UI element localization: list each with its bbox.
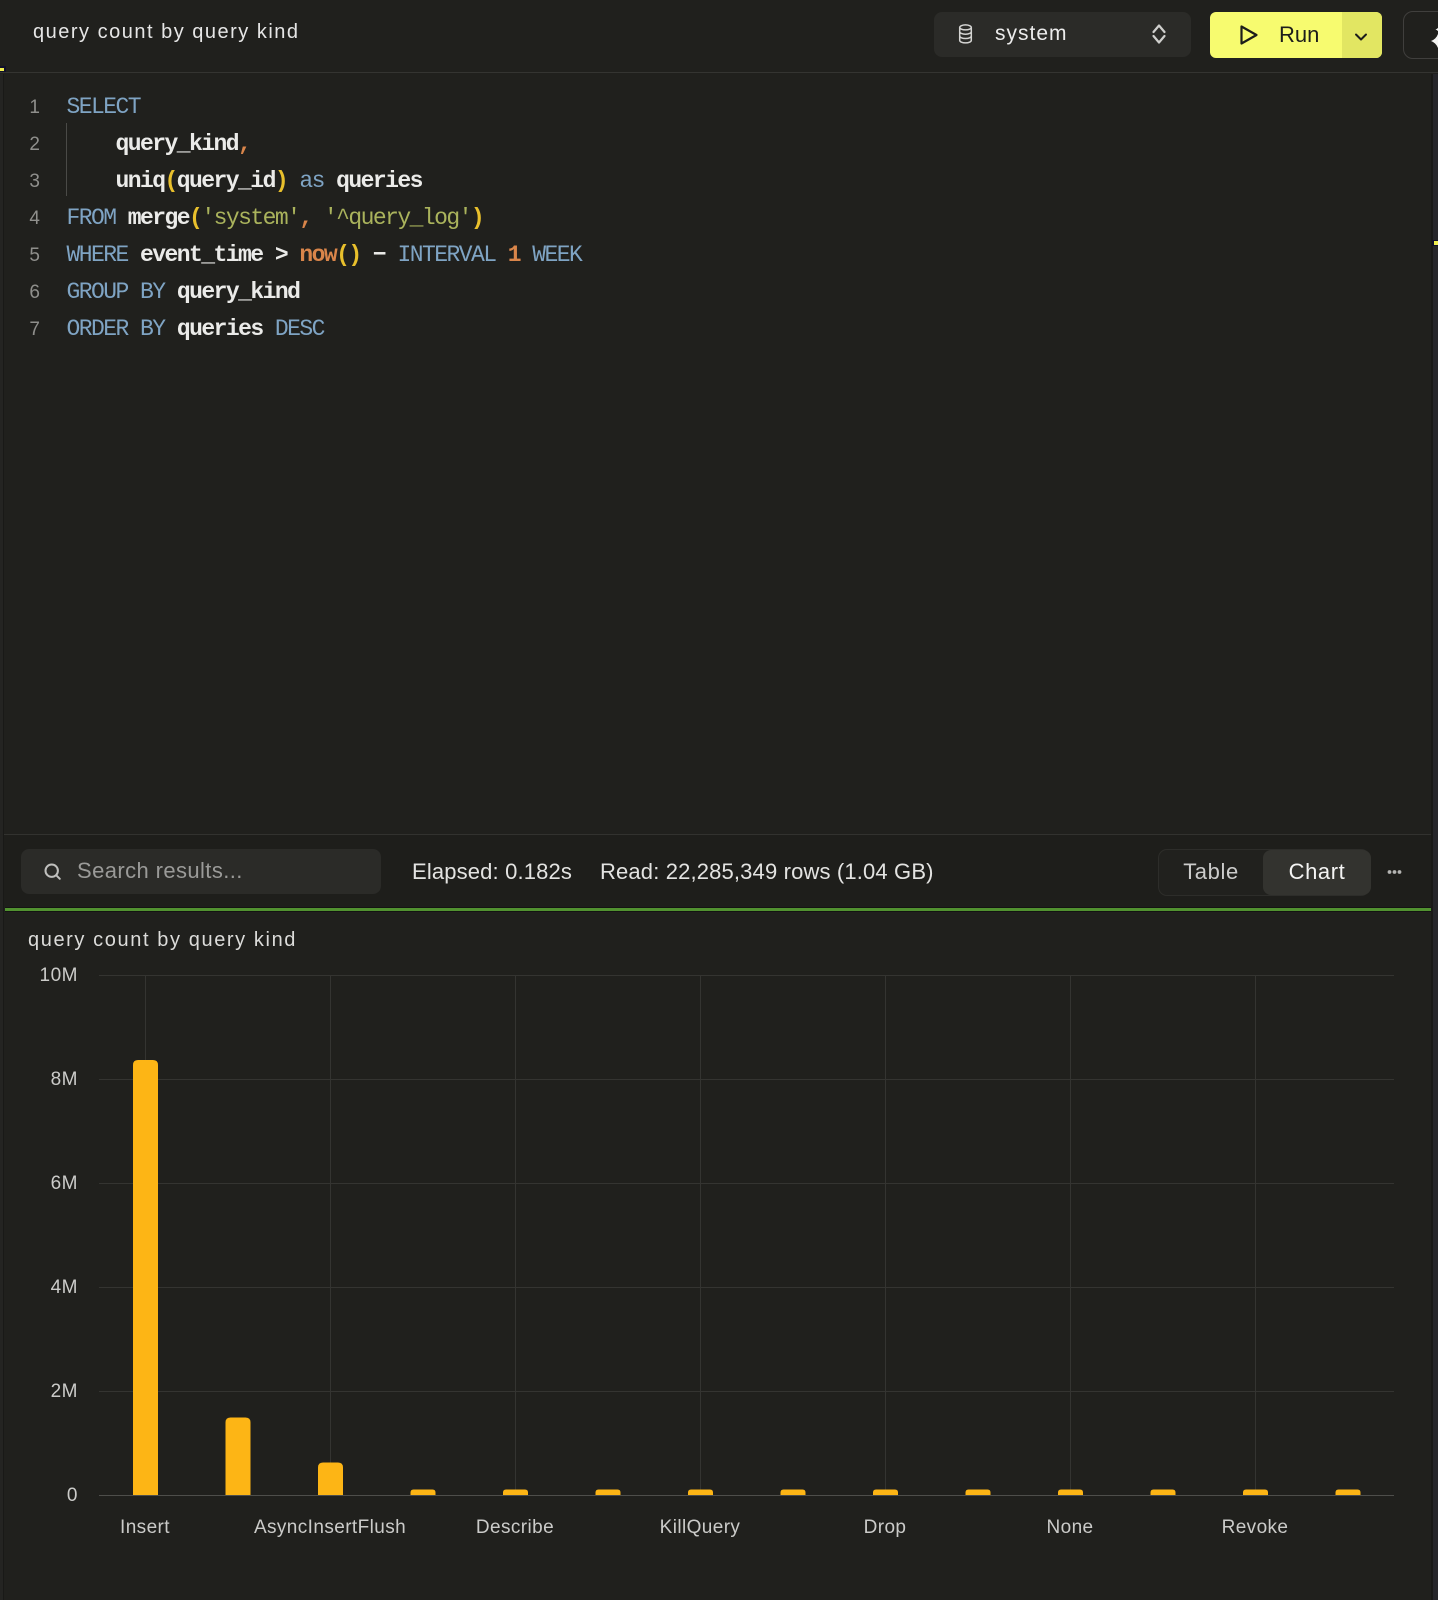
svg-text:Insert: Insert — [120, 1517, 170, 1538]
svg-text:Drop: Drop — [864, 1517, 907, 1538]
svg-text:Describe: Describe — [476, 1517, 554, 1538]
svg-text:6M: 6M — [51, 1173, 78, 1194]
svg-text:None: None — [1046, 1517, 1093, 1538]
svg-text:0: 0 — [67, 1485, 78, 1506]
svg-text:2M: 2M — [51, 1381, 78, 1402]
svg-text:4M: 4M — [51, 1277, 78, 1298]
svg-text:AsyncInsertFlush: AsyncInsertFlush — [254, 1517, 406, 1538]
svg-text:KillQuery: KillQuery — [660, 1517, 741, 1538]
svg-text:Revoke: Revoke — [1222, 1517, 1289, 1538]
svg-text:8M: 8M — [51, 1069, 78, 1090]
svg-text:10M: 10M — [40, 965, 78, 986]
